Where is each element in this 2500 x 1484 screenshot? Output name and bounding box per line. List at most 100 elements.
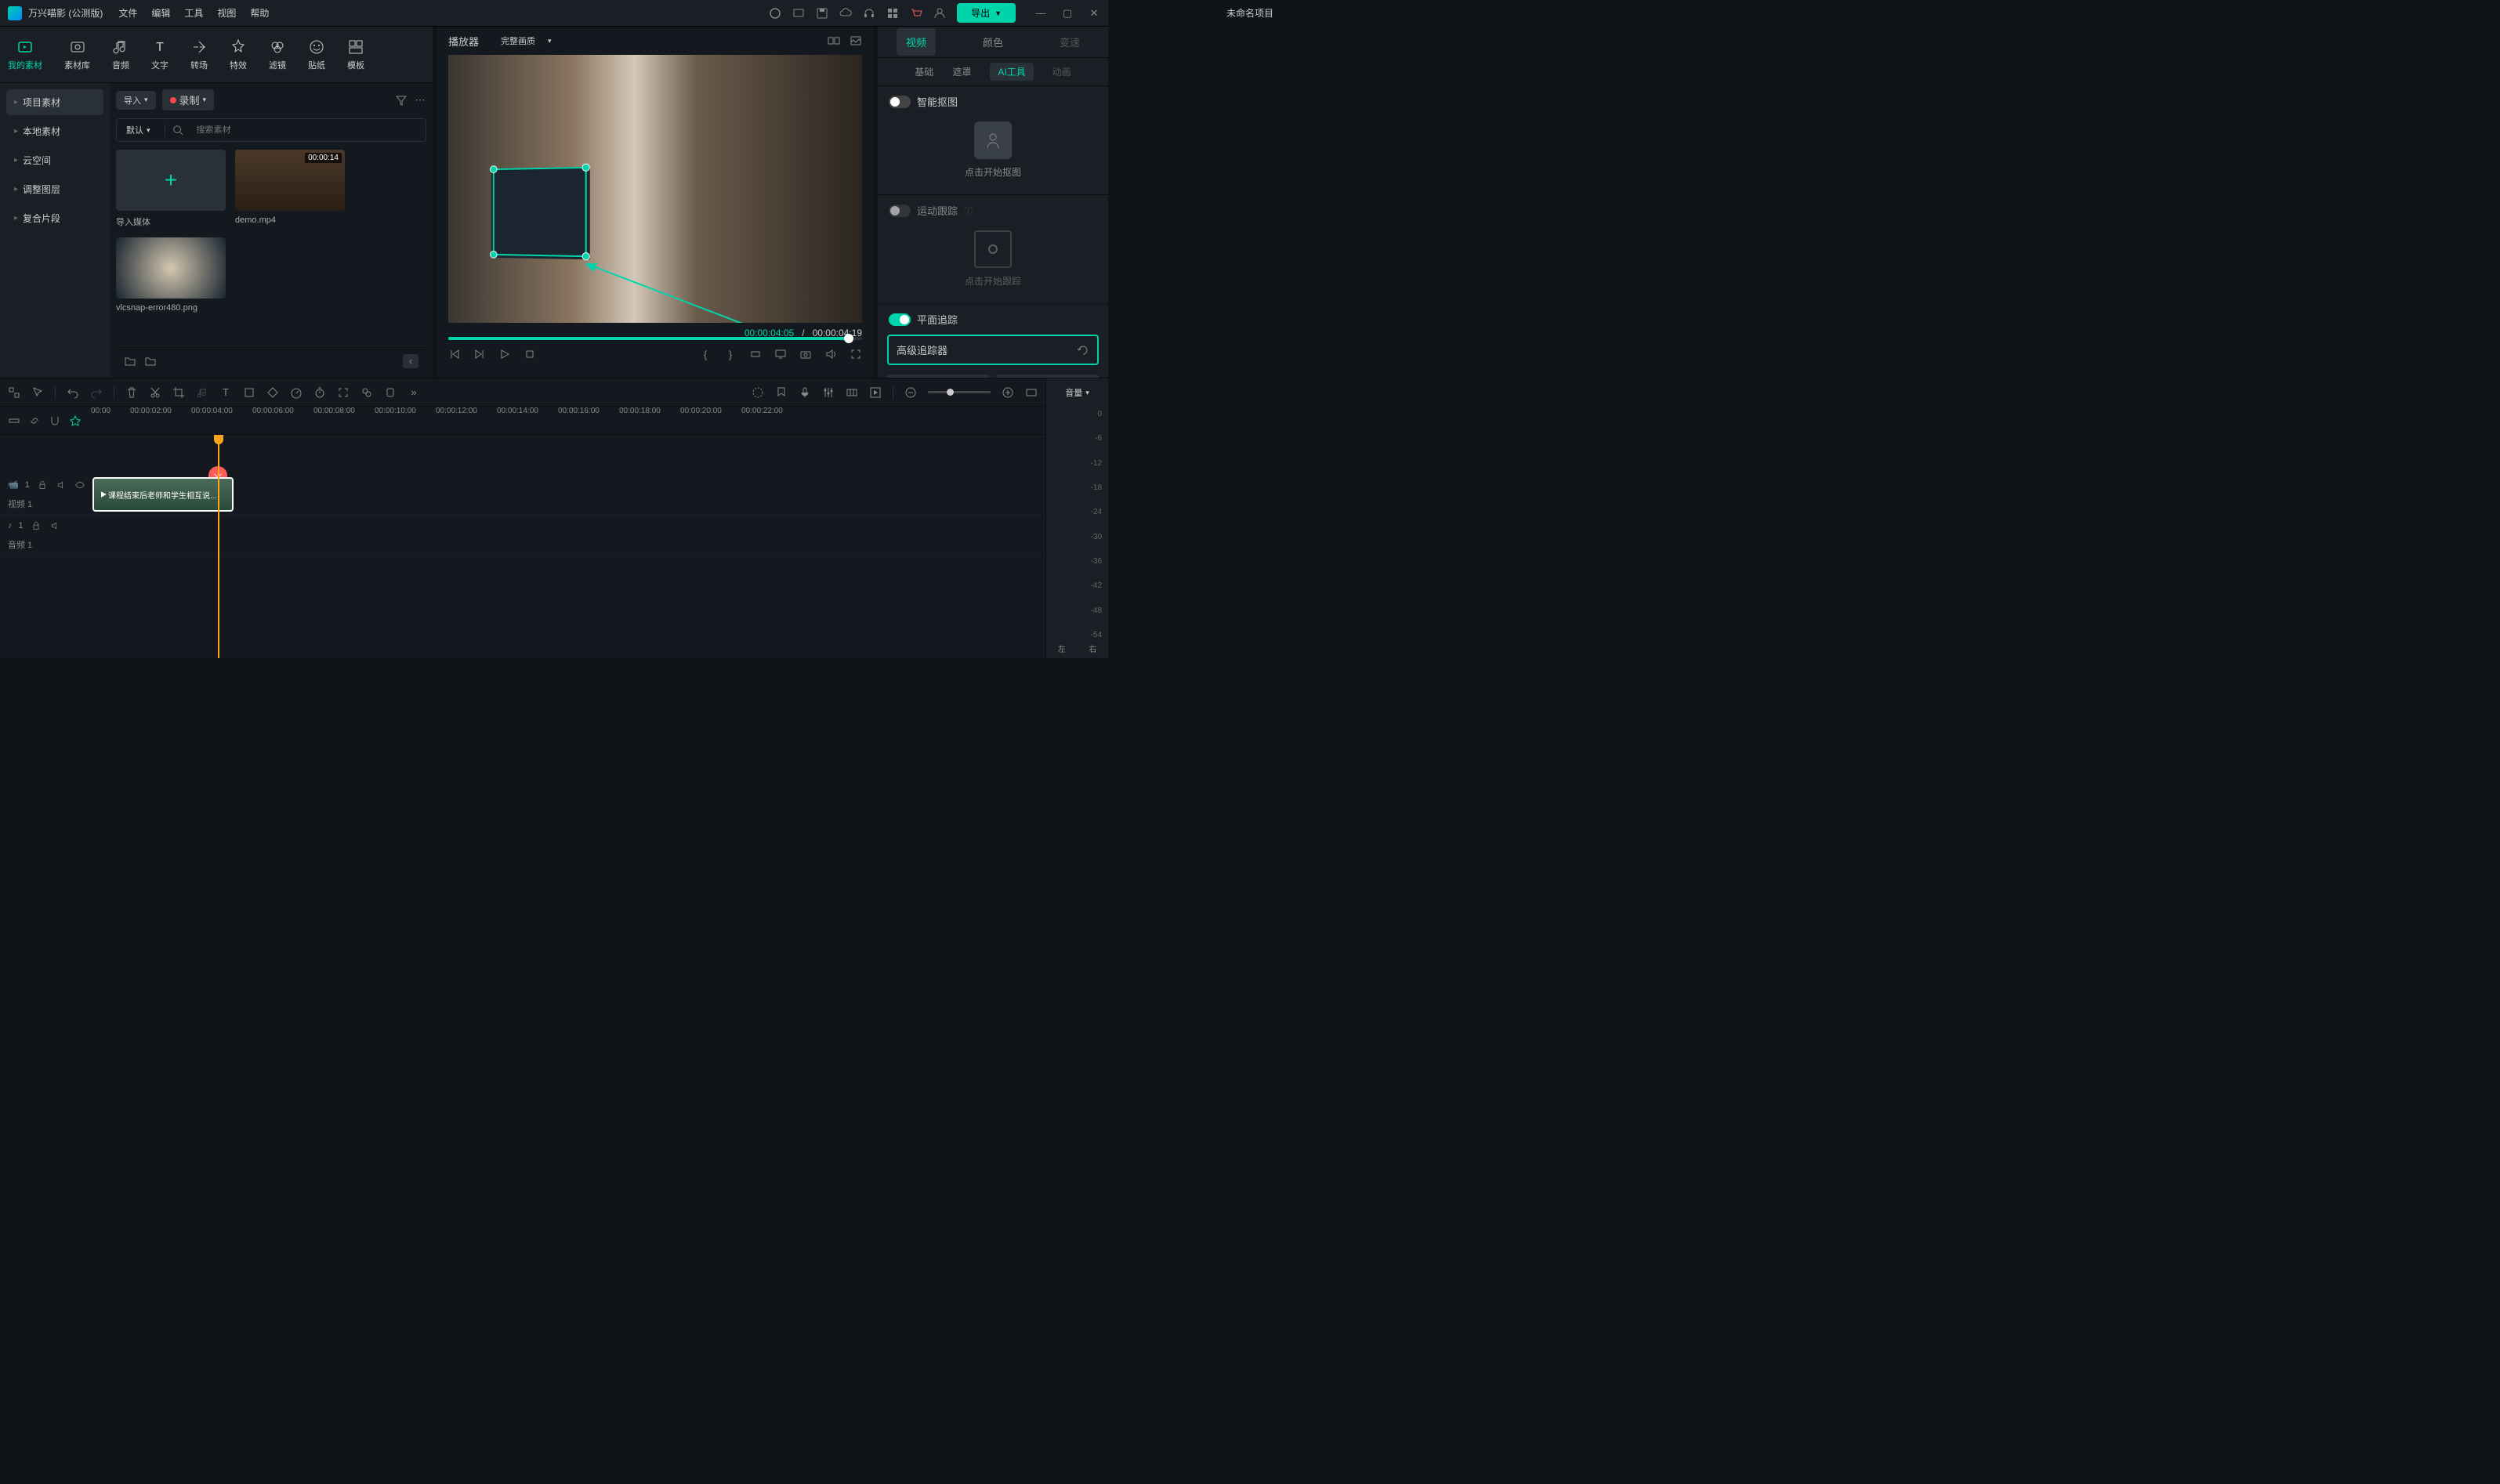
sidebar-item-compound[interactable]: ▸复合片段 bbox=[6, 205, 103, 231]
menu-edit[interactable]: 编辑 bbox=[151, 6, 170, 20]
mark-out-icon[interactable]: } bbox=[724, 348, 737, 360]
reset-tracker-icon[interactable] bbox=[1077, 344, 1089, 357]
headphones-icon[interactable] bbox=[863, 7, 875, 20]
track-mute-icon[interactable] bbox=[55, 479, 67, 491]
tab-text[interactable]: T文字 bbox=[151, 38, 168, 71]
tracker-rectangle[interactable] bbox=[493, 166, 587, 256]
import-dropdown[interactable]: 导入 ▾ bbox=[116, 91, 156, 110]
shape-icon[interactable] bbox=[243, 386, 255, 399]
more-tl-icon[interactable]: » bbox=[408, 386, 420, 399]
speed-icon[interactable] bbox=[290, 386, 303, 399]
timer-icon[interactable] bbox=[313, 386, 326, 399]
auto-icon[interactable] bbox=[69, 414, 82, 427]
tab-templates[interactable]: 模板 bbox=[347, 38, 364, 71]
mask-icon[interactable] bbox=[384, 386, 397, 399]
menu-view[interactable]: 视图 bbox=[217, 6, 236, 20]
volume-icon[interactable] bbox=[824, 348, 837, 360]
tl-pointer-icon[interactable] bbox=[31, 386, 44, 399]
tab-filters[interactable]: 滤镜 bbox=[269, 38, 286, 71]
audio-mute-icon[interactable] bbox=[49, 519, 61, 532]
more-icon[interactable]: ⋯ bbox=[414, 94, 426, 107]
timeline-tracks[interactable]: 📹1 视频 1 课程结束后老师和学生相互说... bbox=[0, 435, 1045, 658]
delete-tracker-button[interactable] bbox=[887, 375, 990, 378]
track-eye-icon[interactable] bbox=[74, 479, 86, 491]
subtab-anim[interactable]: 动画 bbox=[1053, 65, 1071, 78]
menu-file[interactable]: 文件 bbox=[118, 6, 137, 20]
tab-audio[interactable]: 音频 bbox=[112, 38, 129, 71]
planar-tracking-toggle[interactable] bbox=[889, 313, 911, 326]
cloud-icon[interactable] bbox=[839, 7, 852, 20]
import-media-tile[interactable]: + 导入媒体 bbox=[116, 150, 226, 228]
play-icon[interactable] bbox=[498, 348, 511, 360]
record-icon[interactable] bbox=[769, 7, 781, 20]
search-input[interactable] bbox=[190, 122, 424, 138]
mark-in-icon[interactable]: { bbox=[699, 348, 712, 360]
subtab-basic[interactable]: 基础 bbox=[915, 65, 933, 78]
crop-icon[interactable] bbox=[172, 386, 185, 399]
export-button[interactable]: 导出▼ bbox=[957, 3, 1016, 23]
playhead[interactable] bbox=[218, 435, 219, 658]
motion-tracking-toggle[interactable] bbox=[889, 205, 911, 217]
ratio-icon[interactable] bbox=[749, 348, 762, 360]
music-icon[interactable] bbox=[196, 386, 208, 399]
grid-icon[interactable] bbox=[846, 386, 858, 399]
zoom-slider[interactable] bbox=[928, 391, 991, 393]
tracking-target-icon[interactable] bbox=[974, 230, 1012, 268]
prop-tab-video[interactable]: 视频 bbox=[897, 28, 936, 56]
prop-tab-color[interactable]: 颜色 bbox=[973, 28, 1013, 56]
render-icon[interactable] bbox=[869, 386, 882, 399]
tab-transition[interactable]: 转场 bbox=[190, 38, 208, 71]
camera-icon[interactable] bbox=[799, 348, 812, 360]
cutout-icon[interactable] bbox=[974, 121, 1012, 159]
snapshot-icon[interactable] bbox=[850, 34, 862, 47]
smart-cutout-toggle[interactable] bbox=[889, 96, 911, 108]
delete-icon[interactable] bbox=[125, 386, 138, 399]
prev-frame-icon[interactable] bbox=[448, 348, 461, 360]
track-add-icon[interactable] bbox=[8, 414, 20, 427]
collapse-icon[interactable]: ‹ bbox=[403, 354, 418, 368]
folder-icon[interactable] bbox=[144, 355, 157, 367]
playhead-head-icon[interactable] bbox=[214, 435, 223, 444]
sidebar-item-local[interactable]: ▸本地素材 bbox=[6, 118, 103, 144]
marker-icon[interactable] bbox=[775, 386, 788, 399]
media-item-demo[interactable]: 00:00:14 demo.mp4 bbox=[235, 150, 345, 228]
keyframe-icon[interactable] bbox=[266, 386, 279, 399]
advanced-tracker-row[interactable]: 高级追踪器 bbox=[887, 335, 1099, 365]
tl-select-icon[interactable] bbox=[8, 386, 20, 399]
menu-tools[interactable]: 工具 bbox=[184, 6, 203, 20]
prop-tab-speed[interactable]: 变速 bbox=[1050, 28, 1089, 56]
media-item-vlcsnap[interactable]: vlcsnap-error480.png bbox=[116, 237, 226, 313]
text-icon[interactable]: T bbox=[219, 386, 232, 399]
apps-icon[interactable] bbox=[886, 7, 899, 20]
tab-effects[interactable]: 特效 bbox=[230, 38, 247, 71]
preview-progress[interactable] bbox=[448, 337, 862, 340]
progress-knob[interactable] bbox=[844, 334, 853, 343]
next-frame-icon[interactable] bbox=[473, 348, 486, 360]
maximize-icon[interactable]: ▢ bbox=[1061, 7, 1074, 20]
preview-tracker-button[interactable] bbox=[996, 375, 1099, 378]
minimize-icon[interactable]: — bbox=[1034, 7, 1047, 20]
adjust-icon[interactable] bbox=[361, 386, 373, 399]
color-icon[interactable] bbox=[752, 386, 764, 399]
tab-my-media[interactable]: 我的素材 bbox=[8, 38, 42, 71]
record-dropdown[interactable]: 录制 ▾ bbox=[162, 89, 215, 110]
mixer-icon[interactable] bbox=[822, 386, 835, 399]
compare-icon[interactable] bbox=[828, 34, 840, 47]
screen-icon[interactable] bbox=[792, 7, 805, 20]
preview-viewport[interactable] bbox=[448, 55, 862, 323]
stop-icon[interactable] bbox=[524, 348, 536, 360]
expand-icon[interactable] bbox=[337, 386, 350, 399]
sidebar-item-project[interactable]: ▸项目素材 bbox=[6, 89, 103, 115]
sidebar-item-cloud[interactable]: ▸云空间 bbox=[6, 147, 103, 173]
quality-dropdown[interactable]: 完整画质 ▾ bbox=[493, 31, 560, 50]
mic-icon[interactable] bbox=[799, 386, 811, 399]
display-icon[interactable] bbox=[774, 348, 787, 360]
zoom-fit-icon[interactable] bbox=[1025, 386, 1038, 399]
zoom-in-icon[interactable] bbox=[1002, 386, 1014, 399]
menu-help[interactable]: 帮助 bbox=[250, 6, 269, 20]
sort-dropdown[interactable]: 默认 ▾ bbox=[118, 121, 158, 139]
new-folder-icon[interactable] bbox=[124, 355, 136, 367]
link-icon[interactable] bbox=[28, 414, 41, 427]
save-icon[interactable] bbox=[816, 7, 828, 20]
fullscreen-icon[interactable] bbox=[850, 348, 862, 360]
